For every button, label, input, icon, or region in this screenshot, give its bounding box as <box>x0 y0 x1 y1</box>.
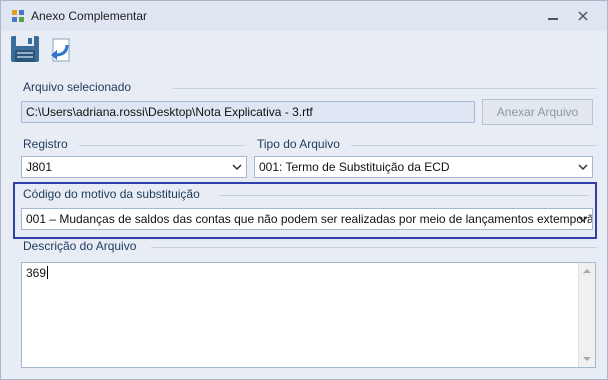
anexar-arquivo-button[interactable]: Anexar Arquivo <box>482 99 593 125</box>
codigo-motivo-select[interactable]: 001 – Mudanças de saldos das contas que … <box>21 208 593 230</box>
descricao-value: 369 <box>26 266 47 280</box>
descricao-text: 369 <box>26 266 49 280</box>
toolbar <box>1 31 607 67</box>
save-button[interactable] <box>9 33 41 65</box>
floppy-disk-icon <box>11 36 39 62</box>
tipo-do-arquivo-label: Tipo do Arquivo <box>257 137 340 151</box>
chevron-down-icon <box>578 216 588 223</box>
undo-arrow-icon <box>51 38 70 62</box>
text-caret <box>47 266 49 279</box>
arquivo-selecionado-label: Arquivo selecionado <box>23 80 132 94</box>
minimize-button[interactable] <box>543 7 563 25</box>
arquivo-path-field[interactable]: C:\Users\adriana.rossi\Desktop\Nota Expl… <box>21 101 475 123</box>
scroll-down-icon[interactable] <box>583 355 591 363</box>
divider-line <box>79 145 245 146</box>
scroll-up-icon[interactable] <box>583 267 591 275</box>
window-title: Anexo Complementar <box>31 9 148 23</box>
chevron-down-icon <box>578 164 588 171</box>
divider-line <box>151 247 597 248</box>
codigo-motivo-label: Código do motivo da substituição <box>23 187 200 201</box>
descricao-textarea[interactable]: 369 <box>21 262 596 368</box>
divider-line <box>219 195 589 196</box>
registro-select[interactable]: J801 <box>21 156 247 178</box>
registro-value: J801 <box>26 160 53 174</box>
divider-line <box>351 145 597 146</box>
title-bar: Anexo Complementar <box>1 1 607 31</box>
app-icon <box>12 10 24 22</box>
close-button[interactable] <box>573 7 593 25</box>
descricao-label: Descrição do Arquivo <box>23 239 137 253</box>
vertical-scrollbar[interactable] <box>578 263 595 367</box>
minimize-icon <box>548 18 558 20</box>
tipo-do-arquivo-select[interactable]: 001: Termo de Substituição da ECD <box>254 156 593 178</box>
registro-label: Registro <box>23 137 68 151</box>
motivo-value: 001 – Mudanças de saldos das contas que … <box>26 212 593 226</box>
chevron-down-icon <box>232 164 242 171</box>
divider-line <box>173 88 597 89</box>
undo-button[interactable] <box>43 33 75 65</box>
close-icon <box>578 11 588 21</box>
tipo-value: 001: Termo de Substituição da ECD <box>259 160 450 174</box>
anexo-complementar-window: Anexo Complementar Arquivo selecionado C… <box>0 0 608 380</box>
